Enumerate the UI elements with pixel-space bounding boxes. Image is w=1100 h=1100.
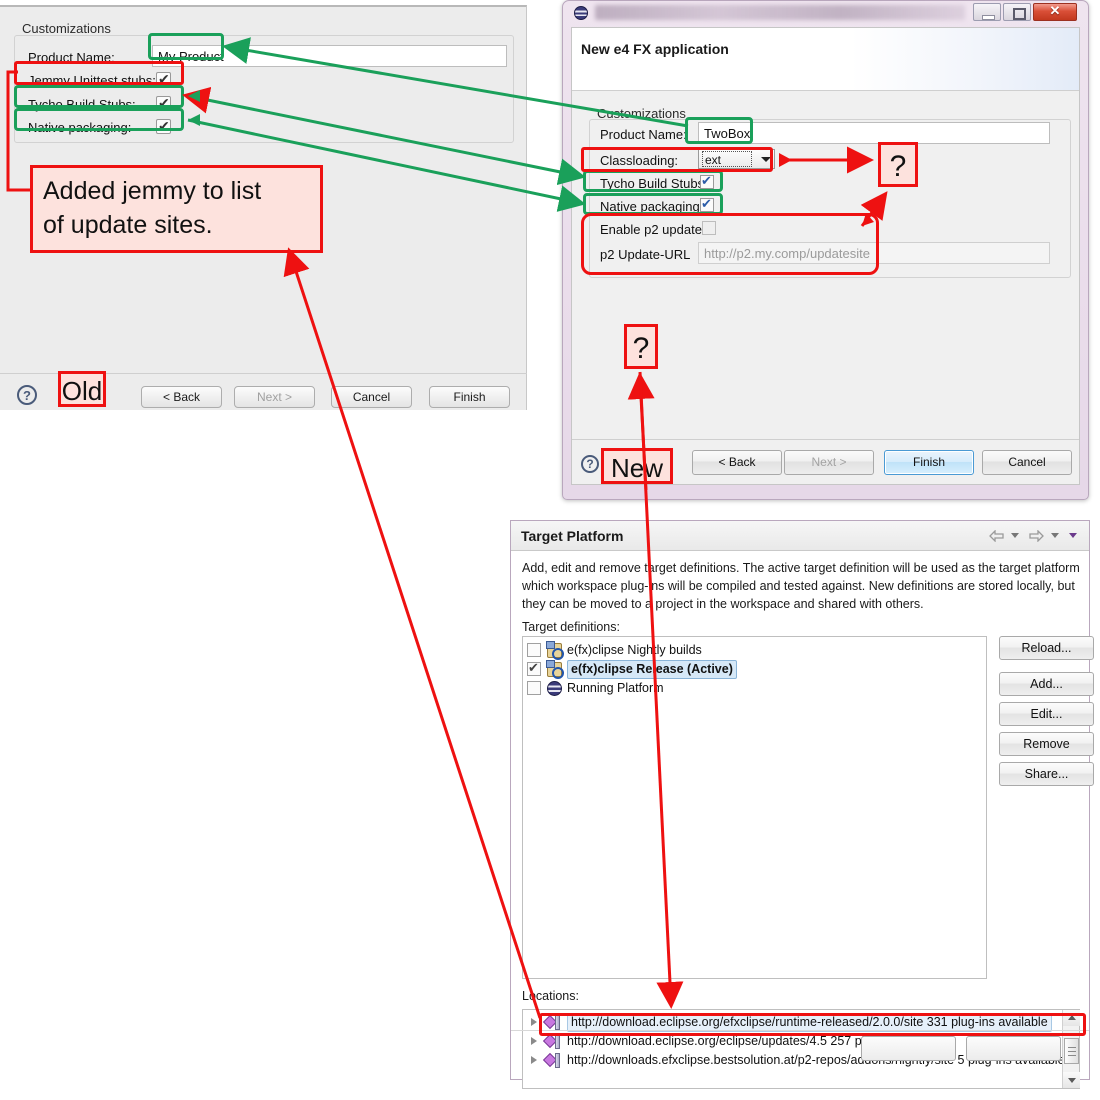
new-tycho-label: Tycho Build Stubs:: [600, 176, 708, 191]
question-callout-bottom: ?: [624, 324, 658, 369]
list-item-label: Running Platform: [567, 681, 664, 695]
old-cancel-button[interactable]: Cancel: [331, 386, 412, 408]
help-icon[interactable]: ?: [17, 385, 37, 405]
label-new: New: [601, 448, 673, 484]
old-tycho-checkbox[interactable]: [156, 94, 171, 112]
expand-triangle-icon[interactable]: [531, 1037, 537, 1045]
target-platform-preference-page: Target Platform Add, edit and remove tar…: [510, 520, 1094, 1089]
old-tycho-label: Tycho Build Stubs:: [28, 97, 136, 112]
apply-button[interactable]: [966, 1036, 1061, 1061]
expand-triangle-icon[interactable]: [531, 1018, 537, 1026]
new-next-button[interactable]: Next >: [784, 450, 874, 475]
new-back-button[interactable]: < Back: [692, 450, 782, 475]
new-product-name-input[interactable]: TwoBox: [698, 122, 1050, 144]
new-classloading-select[interactable]: ext: [698, 149, 775, 169]
expand-triangle-icon[interactable]: [531, 1056, 537, 1064]
old-jemmy-checkbox[interactable]: [156, 70, 171, 88]
old-back-button[interactable]: < Back: [141, 386, 222, 408]
update-site-icon: [542, 1014, 561, 1030]
scroll-down-icon[interactable]: [1063, 1072, 1080, 1088]
new-p2-url-input[interactable]: http://p2.my.comp/updatesite: [698, 242, 1050, 264]
old-customizations-group-label: Customizations: [22, 21, 111, 36]
old-product-name-label: Product Name:: [28, 50, 115, 65]
add-button[interactable]: Add...: [999, 672, 1094, 696]
locations-scrollbar[interactable]: [1062, 1010, 1080, 1088]
target-definition-checkbox[interactable]: [527, 659, 541, 677]
scroll-up-icon[interactable]: [1063, 1010, 1080, 1026]
restore-defaults-button[interactable]: [861, 1036, 956, 1061]
new-enable-p2-checkbox[interactable]: [702, 221, 716, 235]
new-native-label: Native packaging:: [600, 199, 704, 214]
list-item-label: e(fx)clipse Release (Active): [567, 660, 737, 679]
target-definitions-list[interactable]: e(fx)clipse Nightly builds e(fx)clipse R…: [522, 636, 987, 979]
scrollbar-thumb[interactable]: [1064, 1038, 1079, 1064]
target-definition-icon: [546, 660, 564, 679]
new-native-checkbox[interactable]: [700, 195, 714, 213]
target-platform-header: Target Platform: [511, 521, 1089, 551]
new-finish-button[interactable]: Finish: [884, 450, 974, 475]
window-titlebar[interactable]: [563, 1, 1088, 25]
forward-arrow-icon[interactable]: [1029, 530, 1044, 542]
old-jemmy-label: Jemmy Unittest stubs:: [28, 73, 156, 88]
new-tycho-checkbox[interactable]: [700, 172, 714, 190]
new-cancel-button[interactable]: Cancel: [982, 450, 1072, 475]
reload-button[interactable]: Reload...: [999, 636, 1094, 660]
target-definitions-label: Target definitions:: [522, 620, 620, 634]
old-product-name-input[interactable]: My Product: [152, 45, 507, 67]
eclipse-icon: [574, 6, 588, 20]
wizard-page-title: New e4 FX application: [581, 41, 729, 57]
new-classloading-label: Classloading:: [600, 153, 679, 168]
wizard-page-header: New e4 FX application: [572, 28, 1079, 91]
list-item-label: e(fx)clipse Nightly builds: [567, 643, 702, 657]
bottom-separator: [511, 1030, 1089, 1031]
target-definition-icon: [546, 641, 564, 660]
annotation-note-line1: Added jemmy to list: [43, 177, 262, 205]
annotation-note-line2: of update sites.: [43, 211, 213, 239]
restore-icon[interactable]: [1003, 3, 1031, 21]
forward-history-chevron-icon[interactable]: [1051, 533, 1059, 538]
question-callout-top: ?: [878, 142, 918, 187]
new-enable-p2-label: Enable p2 updates: [600, 222, 709, 237]
old-next-button[interactable]: Next >: [234, 386, 315, 408]
new-wizard-body: New e4 FX application Customizations Pro…: [571, 27, 1080, 485]
help-icon[interactable]: ?: [581, 455, 599, 473]
annotation-note: Added jemmy to list of update sites.: [30, 165, 323, 253]
eclipse-icon: [547, 681, 562, 696]
new-p2-url-label: p2 Update-URL: [600, 247, 691, 262]
page-menu-chevron-icon[interactable]: [1069, 533, 1077, 538]
new-wizard-window: New e4 FX application Customizations Pro…: [562, 0, 1089, 500]
remove-button[interactable]: Remove: [999, 732, 1094, 756]
target-definition-checkbox[interactable]: [527, 681, 541, 695]
chevron-down-icon: [761, 157, 771, 162]
new-button-bar-separator: [572, 439, 1079, 440]
new-classloading-value: ext: [702, 151, 752, 167]
edit-button[interactable]: Edit...: [999, 702, 1094, 726]
update-site-icon: [542, 1033, 561, 1049]
target-definition-checkbox[interactable]: [527, 643, 541, 657]
close-icon[interactable]: [1033, 3, 1077, 21]
new-product-name-label: Product Name:: [600, 127, 687, 142]
minimize-icon[interactable]: [973, 3, 1001, 21]
share-button[interactable]: Share...: [999, 762, 1094, 786]
old-native-checkbox[interactable]: [156, 117, 171, 135]
back-arrow-icon[interactable]: [989, 530, 1004, 542]
page-description: Add, edit and remove target definitions.…: [522, 561, 1080, 611]
locations-label: Locations:: [522, 989, 579, 1003]
page-title: Target Platform: [521, 528, 624, 544]
old-finish-button[interactable]: Finish: [429, 386, 510, 408]
back-history-chevron-icon[interactable]: [1011, 533, 1019, 538]
old-native-label: Native packaging:: [28, 120, 132, 135]
window-title-blurred: [595, 5, 965, 20]
label-old: Old: [58, 371, 106, 407]
update-site-icon: [542, 1052, 561, 1068]
